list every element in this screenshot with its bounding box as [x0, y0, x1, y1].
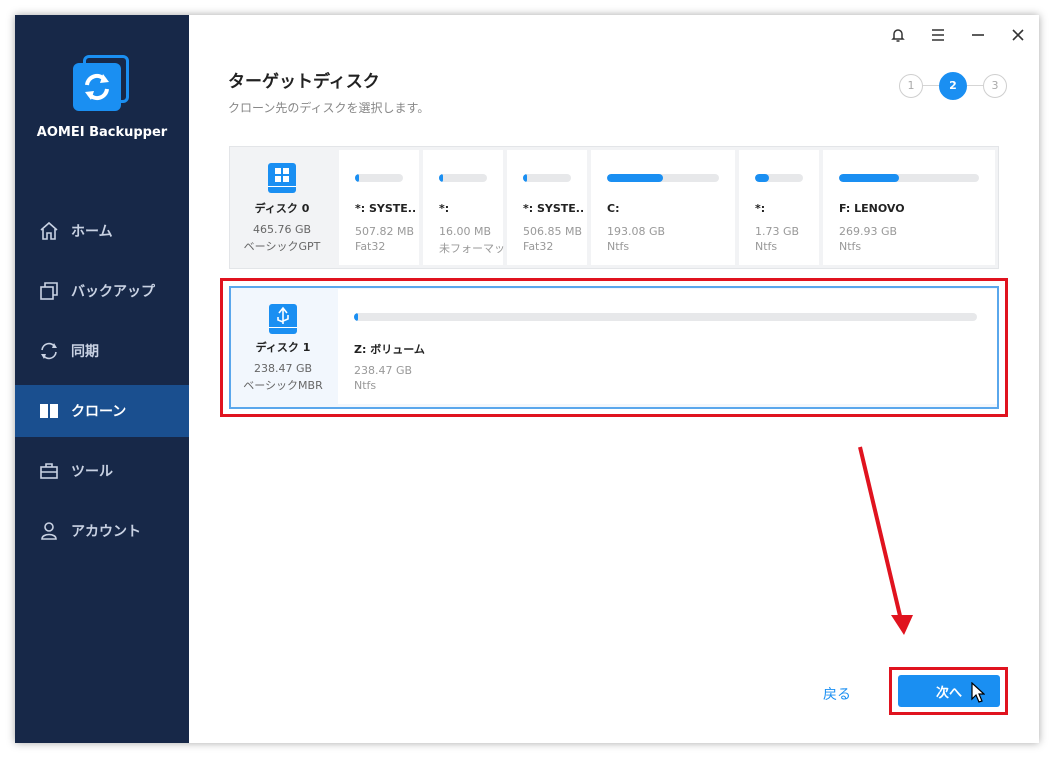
app-window: AOMEI Backupper ホーム バックアップ 同期 クローン ツール ア…	[15, 15, 1039, 743]
mouse-cursor-icon	[971, 682, 985, 703]
back-button[interactable]: 戻る	[823, 684, 851, 704]
annotation-arrow-icon	[858, 446, 913, 635]
